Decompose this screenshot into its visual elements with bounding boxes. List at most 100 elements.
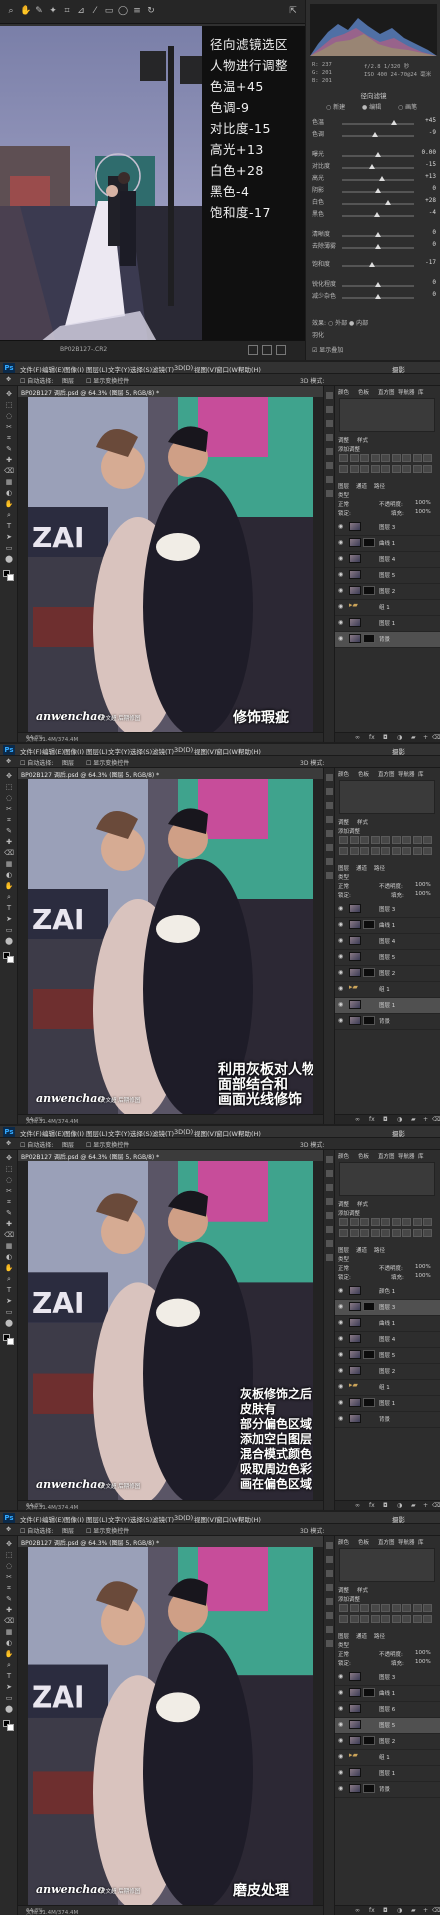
layer-name[interactable]: 曲线 1 (379, 1319, 395, 1327)
layer-row[interactable]: ◉ 图层 3 (335, 902, 440, 918)
layers-panel-tab[interactable]: 图层 (338, 1632, 349, 1640)
menu-item[interactable]: 选择(S) (130, 364, 152, 374)
layer-row[interactable]: ◉ 图层 1 (335, 1766, 440, 1782)
slider-value[interactable]: 0 (432, 241, 436, 248)
panel-tab[interactable]: 色板 (358, 1152, 369, 1160)
menu-item[interactable]: 视图(V) (194, 1128, 217, 1138)
collapsed-panel-icon[interactable] (326, 490, 333, 497)
panel-tab[interactable]: 色板 (358, 770, 369, 778)
menu-item[interactable]: 文字(Y) (108, 364, 130, 374)
collapsed-panel-icon[interactable] (326, 1240, 333, 1247)
menu-item[interactable]: 3D(D) (174, 746, 193, 754)
slider-track[interactable] (342, 212, 414, 217)
layer-row[interactable]: ◉ ▸▰ 组 1 (335, 600, 440, 616)
tool-icon[interactable]: ▭ (4, 926, 14, 934)
new-group-icon[interactable]: ▰ (411, 1907, 416, 1914)
panel-tab[interactable]: 直方图 (378, 1538, 395, 1546)
layer-name[interactable]: 图层 1 (379, 1769, 395, 1777)
layer-name[interactable]: 图层 1 (379, 1001, 395, 1009)
styles-tab[interactable]: 样式 (357, 1586, 368, 1594)
adjustment-icon[interactable] (412, 454, 422, 462)
menu-item[interactable]: 图层(L) (86, 1514, 108, 1524)
tool-icon[interactable]: ➤ (4, 1683, 14, 1691)
visibility-eye-icon[interactable]: ◉ (338, 1769, 343, 1776)
visibility-eye-icon[interactable]: ◉ (338, 1721, 343, 1728)
layer-name[interactable]: 曲线 1 (379, 921, 395, 929)
trash-icon[interactable]: ⌫ (432, 1116, 440, 1123)
layer-name[interactable]: 图层 3 (379, 523, 395, 531)
layer-row[interactable]: ◉ 图层 4 (335, 1332, 440, 1348)
menu-item[interactable]: 文件(F) (20, 1514, 42, 1524)
styles-tab[interactable]: 样式 (357, 818, 368, 826)
slider-value[interactable]: +28 (425, 197, 436, 204)
auto-select-target-dropdown[interactable]: 图层 (62, 758, 74, 767)
collapsed-panel-icon[interactable] (326, 1570, 333, 1577)
adjustment-icon[interactable] (423, 1615, 432, 1623)
collapsed-panel-icon[interactable] (326, 830, 333, 837)
visibility-eye-icon[interactable]: ◉ (338, 1785, 343, 1792)
menu-item[interactable]: 视图(V) (194, 364, 217, 374)
adjustment-icon[interactable] (339, 847, 348, 855)
color-sampler-icon[interactable]: ✦ (48, 6, 58, 16)
layer-name[interactable]: 图层 3 (379, 1673, 395, 1681)
auto-select-target-dropdown[interactable]: 图层 (62, 1140, 74, 1149)
view-toggle-button[interactable] (248, 345, 258, 355)
adjustment-icon[interactable] (423, 1604, 432, 1612)
layer-name[interactable]: 组 1 (379, 1753, 390, 1761)
tool-icon[interactable]: ✚ (4, 456, 14, 464)
slider-value[interactable]: -4 (429, 209, 436, 216)
visibility-eye-icon[interactable]: ◉ (338, 1383, 343, 1390)
layers-panel-tab[interactable]: 图层 (338, 864, 349, 872)
crop-tool-icon[interactable]: ⌗ (62, 6, 72, 16)
tool-icon[interactable]: ⬚ (4, 783, 14, 791)
panel-tab[interactable]: 颜色 (338, 388, 349, 396)
collapsed-panel-icon[interactable] (326, 1584, 333, 1591)
opacity-field[interactable]: 100% (415, 1264, 431, 1270)
collapsed-panel-icon[interactable] (326, 1542, 333, 1549)
collapsed-panel-icon[interactable] (326, 1212, 333, 1219)
brush-icon[interactable]: ⁄ (90, 6, 100, 16)
tool-icon[interactable]: ▦ (4, 1242, 14, 1250)
visibility-eye-icon[interactable]: ◉ (338, 635, 343, 642)
tool-icon[interactable]: ✚ (4, 1606, 14, 1614)
layer-name[interactable]: 图层 2 (379, 1367, 395, 1375)
menu-item[interactable]: 视图(V) (194, 746, 217, 756)
layer-name[interactable]: 图层 4 (379, 555, 395, 563)
layer-name[interactable]: 曲线 1 (379, 1689, 395, 1697)
adjustment-icon[interactable] (370, 1615, 380, 1623)
layer-row[interactable]: ◉ ▸▰ 组 1 (335, 1380, 440, 1396)
panel-tab[interactable]: 库 (418, 770, 424, 778)
visibility-eye-icon[interactable]: ◉ (338, 921, 343, 928)
layer-name[interactable]: 组 1 (379, 603, 390, 611)
panel-tab[interactable]: 直方图 (378, 388, 395, 396)
slider-value[interactable]: 0 (432, 291, 436, 298)
collapsed-panel-icon[interactable] (326, 420, 333, 427)
tool-icon[interactable]: ✥ (4, 1154, 14, 1162)
adjustment-icon[interactable] (391, 836, 401, 844)
opacity-field[interactable]: 100% (415, 500, 431, 506)
slider-value[interactable]: +13 (425, 173, 436, 180)
adjustments-tab[interactable]: 调整 (338, 1586, 349, 1594)
canvas-area[interactable]: ZAI anwenchao 安文超 后期修图 磨皮处理 (18, 1547, 323, 1905)
fx-icon[interactable]: fx (369, 734, 375, 741)
adjustment-icon[interactable] (349, 1615, 359, 1623)
visibility-eye-icon[interactable]: ◉ (338, 1319, 343, 1326)
slider-thumb[interactable] (375, 188, 381, 193)
adjustment-icon[interactable] (412, 465, 422, 473)
layer-mask-thumbnail[interactable] (363, 968, 375, 977)
adjustment-icon[interactable] (339, 1218, 348, 1226)
collapsed-panel-icon[interactable] (326, 476, 333, 483)
slider-thumb[interactable] (375, 244, 381, 249)
tool-icon[interactable]: ✋ (4, 1264, 14, 1272)
tool-icon[interactable]: ◌ (4, 1176, 14, 1184)
adjustment-icon[interactable] (360, 1229, 369, 1237)
adjustment-icon[interactable] (349, 1604, 359, 1612)
adjustment-icon[interactable] (381, 847, 390, 855)
adjustment-icon[interactable] (349, 454, 359, 462)
tool-icon[interactable]: ⬚ (4, 401, 14, 409)
tool-icon[interactable]: ⌕ (4, 1275, 14, 1283)
adjustment-icon[interactable] (423, 836, 432, 844)
visibility-eye-icon[interactable]: ◉ (338, 1689, 343, 1696)
menu-item[interactable]: 选择(S) (130, 1128, 152, 1138)
canvas-area[interactable]: ZAI anwenchao 安文超 后期修图 修饰瑕疵 (18, 397, 323, 732)
